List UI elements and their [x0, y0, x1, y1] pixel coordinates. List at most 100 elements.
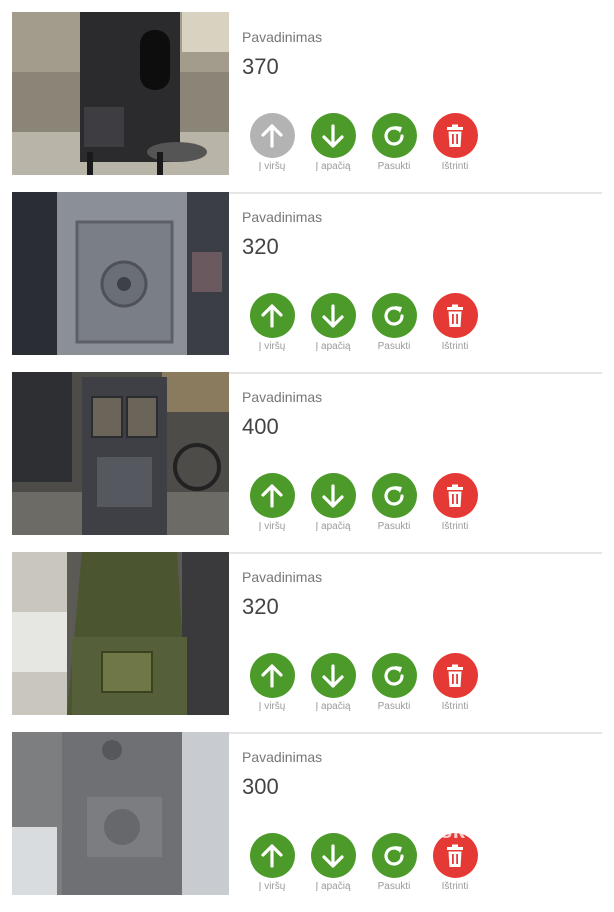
delete-circle: [432, 293, 478, 338]
delete-label: Ištrinti: [441, 881, 469, 892]
arrow-down-icon: [322, 123, 344, 148]
delete-button[interactable]: Ištrinti: [425, 293, 485, 355]
rotate-button[interactable]: Pasukti: [364, 833, 424, 895]
rotate-label: Pasukti: [377, 701, 411, 712]
item-value: 370: [242, 54, 279, 79]
rotate-icon: [384, 665, 404, 686]
rotate-circle: [371, 653, 417, 698]
move-down-button[interactable]: Į apačią: [303, 113, 363, 175]
move-down-button[interactable]: Į apačią: [303, 473, 363, 535]
rotate-button[interactable]: Pasukti: [364, 113, 424, 175]
move-down-circle: [310, 473, 356, 518]
delete-button[interactable]: Ištrinti: [425, 473, 485, 535]
delete-label: Ištrinti: [441, 161, 469, 172]
move-up-label: Į viršų: [258, 881, 286, 892]
move-up-circle: [249, 293, 295, 338]
rotate-circle: [371, 113, 417, 158]
arrow-down-icon: [322, 303, 344, 328]
move-up-button[interactable]: Į viršų: [242, 293, 302, 355]
item-value: 320: [242, 234, 279, 259]
rotate-button[interactable]: Pasukti: [364, 653, 424, 715]
item-actions: Į viršų Į apačią Pasukti Ištrinti: [242, 113, 492, 183]
rotate-label: Pasukti: [377, 521, 411, 532]
item-actions: Į viršų Į apačią Pasukti Ištrinti: [242, 293, 492, 363]
move-down-circle: [310, 833, 356, 878]
photo-item: Pavadinimas 320 Į viršų Į apačią Pasukti: [12, 192, 602, 374]
move-down-circle: [310, 113, 356, 158]
delete-button[interactable]: Ištrinti: [425, 653, 485, 715]
move-up-button[interactable]: Į viršų: [242, 473, 302, 535]
item-value: 300: [242, 774, 279, 799]
photo-thumbnail[interactable]: [12, 552, 229, 715]
arrow-up-icon: [261, 843, 283, 868]
move-down-button[interactable]: Į apačią: [303, 653, 363, 715]
move-up-button[interactable]: Į viršų: [242, 833, 302, 895]
item-value: 320: [242, 594, 279, 619]
move-up-circle: [249, 653, 295, 698]
photo-thumbnail[interactable]: [12, 372, 229, 535]
arrow-up-icon: [261, 123, 283, 148]
item-actions: Į viršų Į apačią Pasukti Ištrinti: [242, 653, 492, 723]
move-down-button[interactable]: Į apačią: [303, 293, 363, 355]
rotate-button[interactable]: Pasukti: [364, 473, 424, 535]
trash-icon: [447, 124, 463, 147]
item-name-label: Pavadinimas: [242, 569, 323, 585]
move-up-circle: [249, 113, 295, 158]
move-down-circle: [310, 293, 356, 338]
photo-item: Pavadinimas 320 Į viršų Į apačią Pasukti: [12, 552, 602, 734]
rotate-circle: [371, 473, 417, 518]
move-up-label: Į viršų: [258, 521, 286, 532]
rotate-circle: [371, 293, 417, 338]
delete-button[interactable]: Ištrinti: [425, 113, 485, 175]
watermark: skelbiu.lt: [440, 818, 541, 843]
move-down-label: Į apačią: [315, 521, 351, 532]
move-up-button[interactable]: Į viršų: [242, 113, 302, 175]
move-up-circle: [249, 473, 295, 518]
move-up-label: Į viršų: [258, 701, 286, 712]
rotate-icon: [384, 125, 404, 146]
rotate-icon: [384, 305, 404, 326]
item-actions: Į viršų Į apačią Pasukti Ištrinti: [242, 473, 492, 543]
move-down-label: Į apačią: [315, 701, 351, 712]
item-name-label: Pavadinimas: [242, 29, 323, 45]
rotate-label: Pasukti: [377, 881, 411, 892]
move-down-circle: [310, 653, 356, 698]
delete-circle: [432, 473, 478, 518]
rotate-icon: [384, 845, 404, 866]
rotate-label: Pasukti: [377, 161, 411, 172]
arrow-down-icon: [322, 663, 344, 688]
rotate-button[interactable]: Pasukti: [364, 293, 424, 355]
arrow-down-icon: [322, 843, 344, 868]
arrow-down-icon: [322, 483, 344, 508]
item-name-label: Pavadinimas: [242, 209, 323, 225]
delete-label: Ištrinti: [441, 341, 469, 352]
item-name-label: Pavadinimas: [242, 749, 323, 765]
photo-thumbnail[interactable]: [12, 12, 229, 175]
photo-item: Pavadinimas 400 Į viršų Į apačią Pasukti: [12, 372, 602, 554]
move-down-button[interactable]: Į apačią: [303, 833, 363, 895]
trash-icon: [447, 304, 463, 327]
photo-item: Pavadinimas 370 Į viršų Į apačią Pasukti: [12, 12, 602, 194]
move-up-circle: [249, 833, 295, 878]
move-up-button[interactable]: Į viršų: [242, 653, 302, 715]
move-down-label: Į apačią: [315, 161, 351, 172]
delete-circle: [432, 653, 478, 698]
move-down-label: Į apačią: [315, 881, 351, 892]
item-name-label: Pavadinimas: [242, 389, 323, 405]
photo-thumbnail[interactable]: [12, 732, 229, 895]
arrow-up-icon: [261, 663, 283, 688]
move-up-label: Į viršų: [258, 161, 286, 172]
delete-label: Ištrinti: [441, 521, 469, 532]
rotate-circle: [371, 833, 417, 878]
rotate-icon: [384, 485, 404, 506]
item-value: 400: [242, 414, 279, 439]
delete-circle: [432, 113, 478, 158]
move-down-label: Į apačią: [315, 341, 351, 352]
move-up-label: Į viršų: [258, 341, 286, 352]
rotate-label: Pasukti: [377, 341, 411, 352]
trash-icon: [447, 484, 463, 507]
arrow-up-icon: [261, 303, 283, 328]
trash-icon: [447, 664, 463, 687]
photo-thumbnail[interactable]: [12, 192, 229, 355]
trash-icon: [447, 844, 463, 867]
